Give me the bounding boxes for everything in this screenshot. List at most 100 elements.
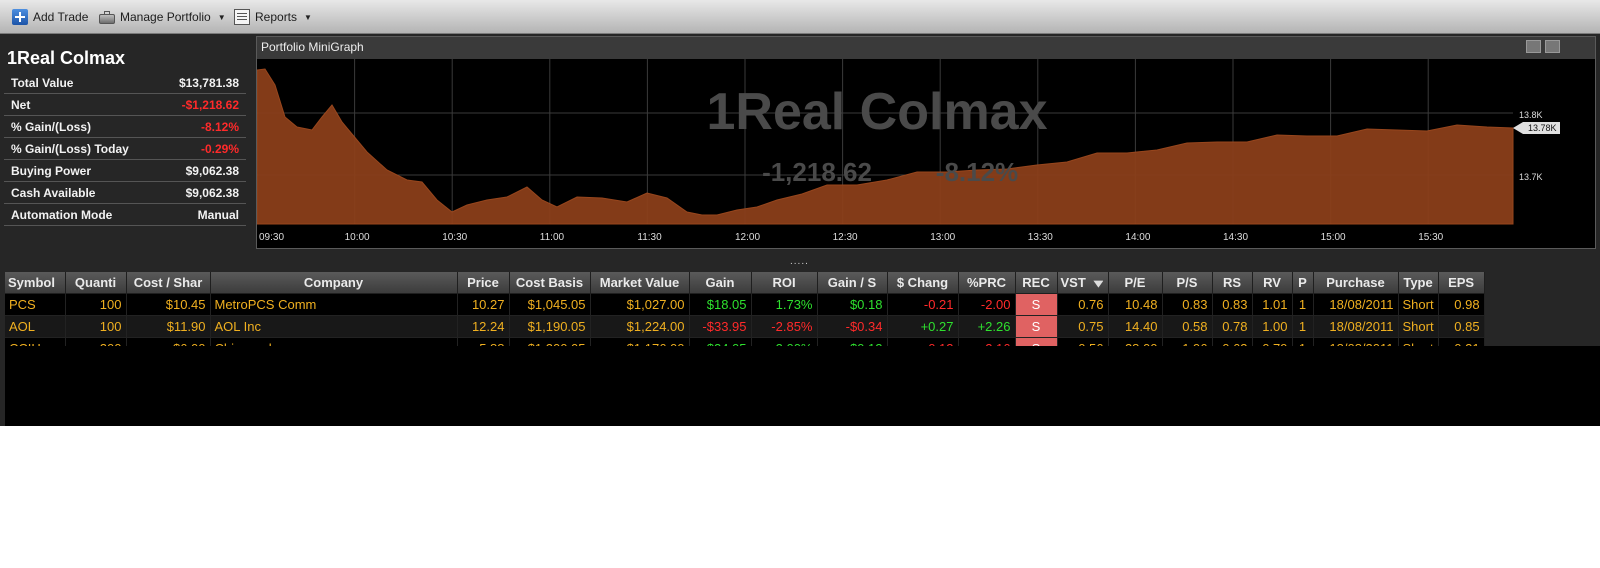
current-value-label: 13.78K [1528,123,1557,133]
x-tick-label: 11:30 [637,232,662,243]
cell-rec[interactable]: S [1015,293,1058,316]
column-header-gain-per-share[interactable]: Gain / S [817,272,888,294]
cell-quantity: 100 [65,293,127,316]
cell-cost-per-share: $10.45 [126,293,211,316]
table-row[interactable]: AOL 100 $11.90 AOL Inc 12.24 $1,190.05 $1,224.… [5,315,1485,338]
briefcase-icon [99,9,115,25]
minigraph-title: Portfolio MiniGraph [261,40,364,54]
summary-row-cash-available: Cash Available $9,062.38 [4,182,246,204]
column-header-quantity[interactable]: Quanti [65,272,127,294]
table-header-row: Symbol Quanti Cost / Shar Company Price … [5,272,1485,294]
column-header-cost-per-share[interactable]: Cost / Shar [126,272,211,294]
cell-symbol: AOL [5,315,66,338]
column-header-purchase[interactable]: Purchase [1313,272,1399,294]
cell-rec[interactable]: S [1015,315,1058,338]
summary-value: -$1,218.62 [181,97,239,112]
summary-label: Buying Power [11,163,92,178]
cell-p: 1 [1292,315,1314,338]
cell-vst: 0.75 [1057,315,1109,338]
summary-value: $13,781.38 [178,75,239,90]
column-header-company[interactable]: Company [210,272,458,294]
summary-label: Automation Mode [11,207,113,222]
portfolio-minigraph-panel: Portfolio MiniGraph 1Real Colmax -1,218.6… [256,36,1596,249]
column-header-dollar-change[interactable]: $ Chang [887,272,959,294]
column-header-market-value[interactable]: Market Value [590,272,690,294]
cell-quantity: 100 [65,315,127,338]
column-header-type[interactable]: Type [1398,272,1439,294]
x-tick-label: 13:00 [930,232,955,243]
y-tick-label: 13.7K [1519,172,1543,182]
portfolio-name: 1Real Colmax [7,48,126,68]
column-header-p[interactable]: P [1292,272,1314,294]
cell-eps: 0.98 [1438,293,1485,316]
x-tick-label: 12:30 [833,232,858,243]
column-header-gain[interactable]: Gain [689,272,752,294]
reports-button[interactable]: Reports ▼ [234,7,312,27]
sort-filter-icon[interactable] [1093,280,1104,288]
cell-market-value: $1,224.00 [590,315,690,338]
summary-value: $9,062.38 [185,163,239,178]
cell-type: Short [1398,293,1439,316]
cell-rv: 1.00 [1252,315,1293,338]
watermark-net: -1,218.62 [762,157,872,187]
summary-row-automation-mode: Automation Mode Manual [4,204,246,226]
cell-pe: 14.40 [1108,315,1163,338]
column-header-cost-basis[interactable]: Cost Basis [509,272,591,294]
summary-row-gain-loss: % Gain/(Loss) -8.12% [4,116,246,138]
column-header-rs[interactable]: RS [1212,272,1253,294]
vst-label: VST [1060,275,1086,290]
column-header-rv[interactable]: RV [1252,272,1293,294]
summary-value: -8.12% [200,119,239,134]
cell-purchase: 18/08/2011 [1313,315,1399,338]
cell-rv: 1.01 [1252,293,1293,316]
zoom-icon[interactable] [1526,40,1541,53]
column-header-eps[interactable]: EPS [1438,272,1485,294]
popout-icon[interactable] [1545,40,1560,53]
summary-label: Total Value [11,75,74,90]
y-tick-label: 13.8K [1519,110,1543,120]
cell-purchase: 18/08/2011 [1313,293,1399,316]
cell-price: 10.27 [457,293,510,316]
summary-label: Cash Available [11,185,96,200]
x-tick-label: 10:00 [345,232,370,243]
column-header-pct-prc[interactable]: %PRC [958,272,1016,294]
panel-splitter[interactable]: ..... [790,256,809,267]
reports-label: Reports [255,10,298,24]
cell-cost-basis: $1,190.05 [509,315,591,338]
cell-price: 12.24 [457,315,510,338]
x-tick-label: 15:30 [1418,232,1443,243]
cell-eps: 0.85 [1438,315,1485,338]
x-tick-label: 15:00 [1321,232,1346,243]
column-header-rec[interactable]: REC [1015,272,1058,294]
summary-row-net: Net -$1,218.62 [4,94,246,116]
minigraph-chart: 1Real Colmax-1,218.62 -8.12% 13.8K 13.7K … [257,59,1595,248]
cell-gain-per-share: $0.18 [817,293,888,316]
x-tick-label: 12:00 [735,232,760,243]
column-header-ps[interactable]: P/S [1162,272,1213,294]
summary-label: % Gain/(Loss) [11,119,92,134]
column-header-pe[interactable]: P/E [1108,272,1163,294]
x-tick-label: 13:30 [1028,232,1053,243]
summary-row-buying-power: Buying Power $9,062.38 [4,160,246,182]
add-trade-label: Add Trade [33,10,89,24]
summary-value: $9,062.38 [185,185,239,200]
cell-pe: 10.48 [1108,293,1163,316]
cell-gain: $18.05 [689,293,752,316]
column-header-roi[interactable]: ROI [751,272,818,294]
cell-type: Short [1398,315,1439,338]
portfolio-summary: 1Real Colmax Total Value $13,781.38 Net … [4,46,246,226]
column-header-symbol[interactable]: Symbol [5,272,66,294]
toolbar: Add Trade Manage Portfolio ▼ Reports ▼ [0,0,1600,34]
x-tick-label: 14:00 [1125,232,1150,243]
report-icon [234,9,250,25]
column-header-vst[interactable]: VST [1057,272,1109,294]
table-row[interactable]: PCS 100 $10.45 MetroPCS Comm 10.27 $1,045.05 $… [5,293,1485,316]
cell-cost-basis: $1,045.05 [509,293,591,316]
add-trade-button[interactable]: Add Trade [12,7,88,27]
cell-ps: 0.83 [1162,293,1213,316]
summary-row-gain-loss-today: % Gain/(Loss) Today -0.29% [4,138,246,160]
column-header-price[interactable]: Price [457,272,510,294]
manage-portfolio-button[interactable]: Manage Portfolio ▼ [99,7,226,27]
cell-gain: -$33.95 [689,315,752,338]
summary-row-total-value: Total Value $13,781.38 [4,72,246,94]
